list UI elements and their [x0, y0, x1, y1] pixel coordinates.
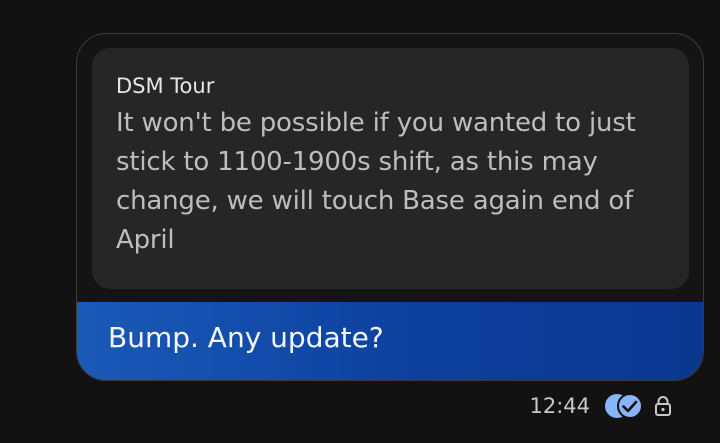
quoted-message[interactable]: DSM Tour It won't be possible if you wan… [92, 48, 689, 289]
quoted-author: DSM Tour [116, 74, 215, 98]
message-meta: 12:44 [529, 392, 672, 420]
double-check-read-icon [604, 393, 644, 419]
lock-icon [654, 395, 672, 417]
quoted-text: It won't be possible if you wanted to ju… [116, 108, 636, 255]
message-bubble[interactable]: DSM Tour It won't be possible if you wan… [76, 33, 704, 381]
reply-message[interactable]: Bump. Any update? [77, 302, 703, 380]
reply-text: Bump. Any update? [108, 321, 384, 354]
message-time: 12:44 [529, 394, 590, 418]
